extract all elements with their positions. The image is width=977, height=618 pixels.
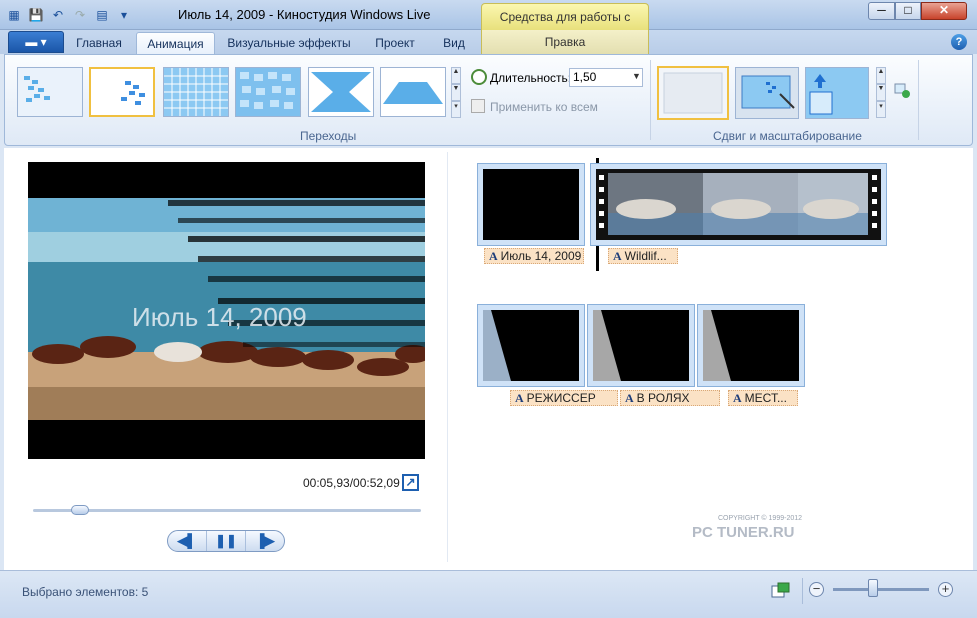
apply-all-icon bbox=[471, 99, 485, 113]
app-icon: ▦ bbox=[8, 8, 20, 22]
transition-tiles-thumb[interactable] bbox=[235, 67, 301, 117]
clip-thumbnail bbox=[593, 310, 689, 381]
status-separator bbox=[802, 578, 803, 604]
watermark-copyright: COPYRIGHT © 1999-2012 bbox=[718, 515, 803, 522]
pan-zoom-in-thumb[interactable] bbox=[805, 67, 869, 119]
storyboard-clip-title[interactable] bbox=[477, 163, 585, 246]
group-separator bbox=[650, 60, 651, 140]
save-icon[interactable]: 💾 bbox=[28, 7, 44, 23]
caption-text: Wildlif... bbox=[624, 249, 667, 263]
gallery-scroll-up[interactable]: ▲ bbox=[451, 67, 461, 84]
redo-icon[interactable]: ↷ bbox=[72, 7, 88, 23]
fullscreen-icon[interactable]: ↗ bbox=[402, 474, 419, 491]
caption-chip[interactable]: A Wildlif... bbox=[608, 248, 678, 264]
layout-icon[interactable]: ▤ bbox=[94, 7, 110, 23]
customize-qat-icon[interactable]: ▾ bbox=[116, 7, 132, 23]
transition-dissolve-thumb[interactable] bbox=[89, 67, 155, 117]
storyboard-clip-credits-2[interactable] bbox=[587, 304, 695, 387]
preview-title-overlay: Июль 14, 2009 bbox=[132, 302, 307, 332]
duration-label: Длительность: bbox=[490, 71, 572, 85]
duration-icon bbox=[471, 69, 487, 85]
playback-controls: ◀▌ ❚❚ ▐▶ bbox=[167, 530, 285, 552]
maximize-button[interactable]: □ bbox=[895, 2, 921, 20]
caption-icon: A bbox=[613, 249, 622, 263]
window-controls: ─ □ ✕ bbox=[868, 2, 967, 20]
tab-project[interactable]: Проект bbox=[366, 32, 424, 54]
tab-edit[interactable]: Правка bbox=[481, 30, 649, 54]
caption-icon: A bbox=[733, 391, 742, 405]
storyboard-clip-credits-1[interactable] bbox=[477, 304, 585, 387]
close-button[interactable]: ✕ bbox=[921, 2, 967, 20]
storyboard-clip-credits-3[interactable] bbox=[697, 304, 805, 387]
context-tab-header: Средства для работы с видео bbox=[481, 3, 649, 50]
window-title: Июль 14, 2009 - Киностудия Windows Live bbox=[178, 7, 431, 22]
next-frame-button[interactable]: ▐▶ bbox=[246, 531, 284, 551]
undo-icon[interactable]: ↶ bbox=[50, 7, 66, 23]
caption-chip[interactable]: A РЕЖИССЕР bbox=[510, 390, 618, 406]
pan-zoom-expand[interactable]: ▾ bbox=[876, 101, 886, 118]
pan-zoom-group-label: Сдвиг и масштабирование bbox=[713, 129, 862, 143]
caption-icon: A bbox=[515, 391, 524, 405]
quick-access-toolbar: ▦ 💾 ↶ ↷ ▤ ▾ bbox=[6, 6, 132, 24]
caption-chip[interactable]: A Июль 14, 2009 bbox=[484, 248, 584, 264]
pan-zoom-scroll-up[interactable]: ▲ bbox=[876, 67, 886, 84]
minimize-button[interactable]: ─ bbox=[868, 2, 895, 20]
video-preview[interactable]: Июль 14, 2009 bbox=[28, 162, 425, 459]
transition-grid-thumb[interactable] bbox=[163, 67, 229, 117]
clip-filmstrip bbox=[596, 169, 881, 240]
tab-view[interactable]: Вид bbox=[434, 32, 474, 54]
clip-thumbnail bbox=[483, 310, 579, 381]
tab-home[interactable]: Главная bbox=[70, 32, 128, 54]
pane-divider[interactable] bbox=[447, 152, 448, 562]
seek-thumb[interactable] bbox=[71, 505, 89, 515]
caption-icon: A bbox=[625, 391, 634, 405]
zoom-slider-thumb[interactable] bbox=[868, 579, 878, 597]
pan-zoom-none-thumb[interactable] bbox=[657, 66, 729, 120]
transitions-group-label: Переходы bbox=[300, 129, 357, 143]
apply-pan-zoom-icon[interactable] bbox=[894, 82, 910, 98]
timecode: 00:05,93/00:52,09 bbox=[303, 476, 400, 490]
zoom-in-button[interactable]: + bbox=[938, 582, 953, 597]
watermark-logo: PC TUNER.RU bbox=[692, 524, 795, 541]
transition-mosaic-thumb[interactable] bbox=[17, 67, 83, 117]
group-separator-2 bbox=[918, 60, 919, 140]
pan-zoom-scroll-down[interactable]: ▼ bbox=[876, 84, 886, 101]
zoom-out-button[interactable]: − bbox=[809, 582, 824, 597]
clip-thumbnail bbox=[703, 310, 799, 381]
app-menu-button[interactable]: ▬ ▾ bbox=[8, 31, 64, 53]
caption-icon: A bbox=[489, 249, 498, 263]
pan-zoom-auto-thumb[interactable] bbox=[735, 67, 799, 119]
storyboard-clip-wildlife[interactable] bbox=[590, 163, 887, 246]
thumbnail-size-icon[interactable] bbox=[771, 582, 791, 599]
seek-bar[interactable] bbox=[33, 509, 421, 512]
transition-trapezoid-thumb[interactable] bbox=[380, 67, 446, 117]
apply-all-button[interactable]: Применить ко всем bbox=[490, 100, 598, 114]
caption-text: РЕЖИССЕР bbox=[526, 391, 596, 405]
caption-chip[interactable]: A МЕСТ... bbox=[728, 390, 798, 406]
gallery-scroll-down[interactable]: ▼ bbox=[451, 84, 461, 101]
help-icon[interactable]: ? bbox=[951, 34, 967, 50]
caption-text: В РОЛЯХ bbox=[636, 391, 690, 405]
caption-text: МЕСТ... bbox=[744, 391, 787, 405]
clip-thumbnail bbox=[483, 169, 579, 240]
transition-hourglass-thumb[interactable] bbox=[308, 67, 374, 117]
gallery-expand[interactable]: ▾ bbox=[451, 101, 461, 118]
caption-chip[interactable]: AВ РОЛЯХ bbox=[620, 390, 720, 406]
zoom-slider[interactable] bbox=[833, 588, 929, 591]
previous-frame-button[interactable]: ◀▌ bbox=[168, 531, 207, 551]
chevron-down-icon: ▼ bbox=[632, 71, 641, 81]
caption-text: Июль 14, 2009 bbox=[500, 249, 582, 263]
pause-button[interactable]: ❚❚ bbox=[207, 531, 246, 551]
tab-visual-effects[interactable]: Визуальные эффекты bbox=[222, 32, 356, 54]
tab-animation[interactable]: Анимация bbox=[136, 32, 215, 54]
selection-status: Выбрано элементов: 5 bbox=[22, 585, 149, 599]
